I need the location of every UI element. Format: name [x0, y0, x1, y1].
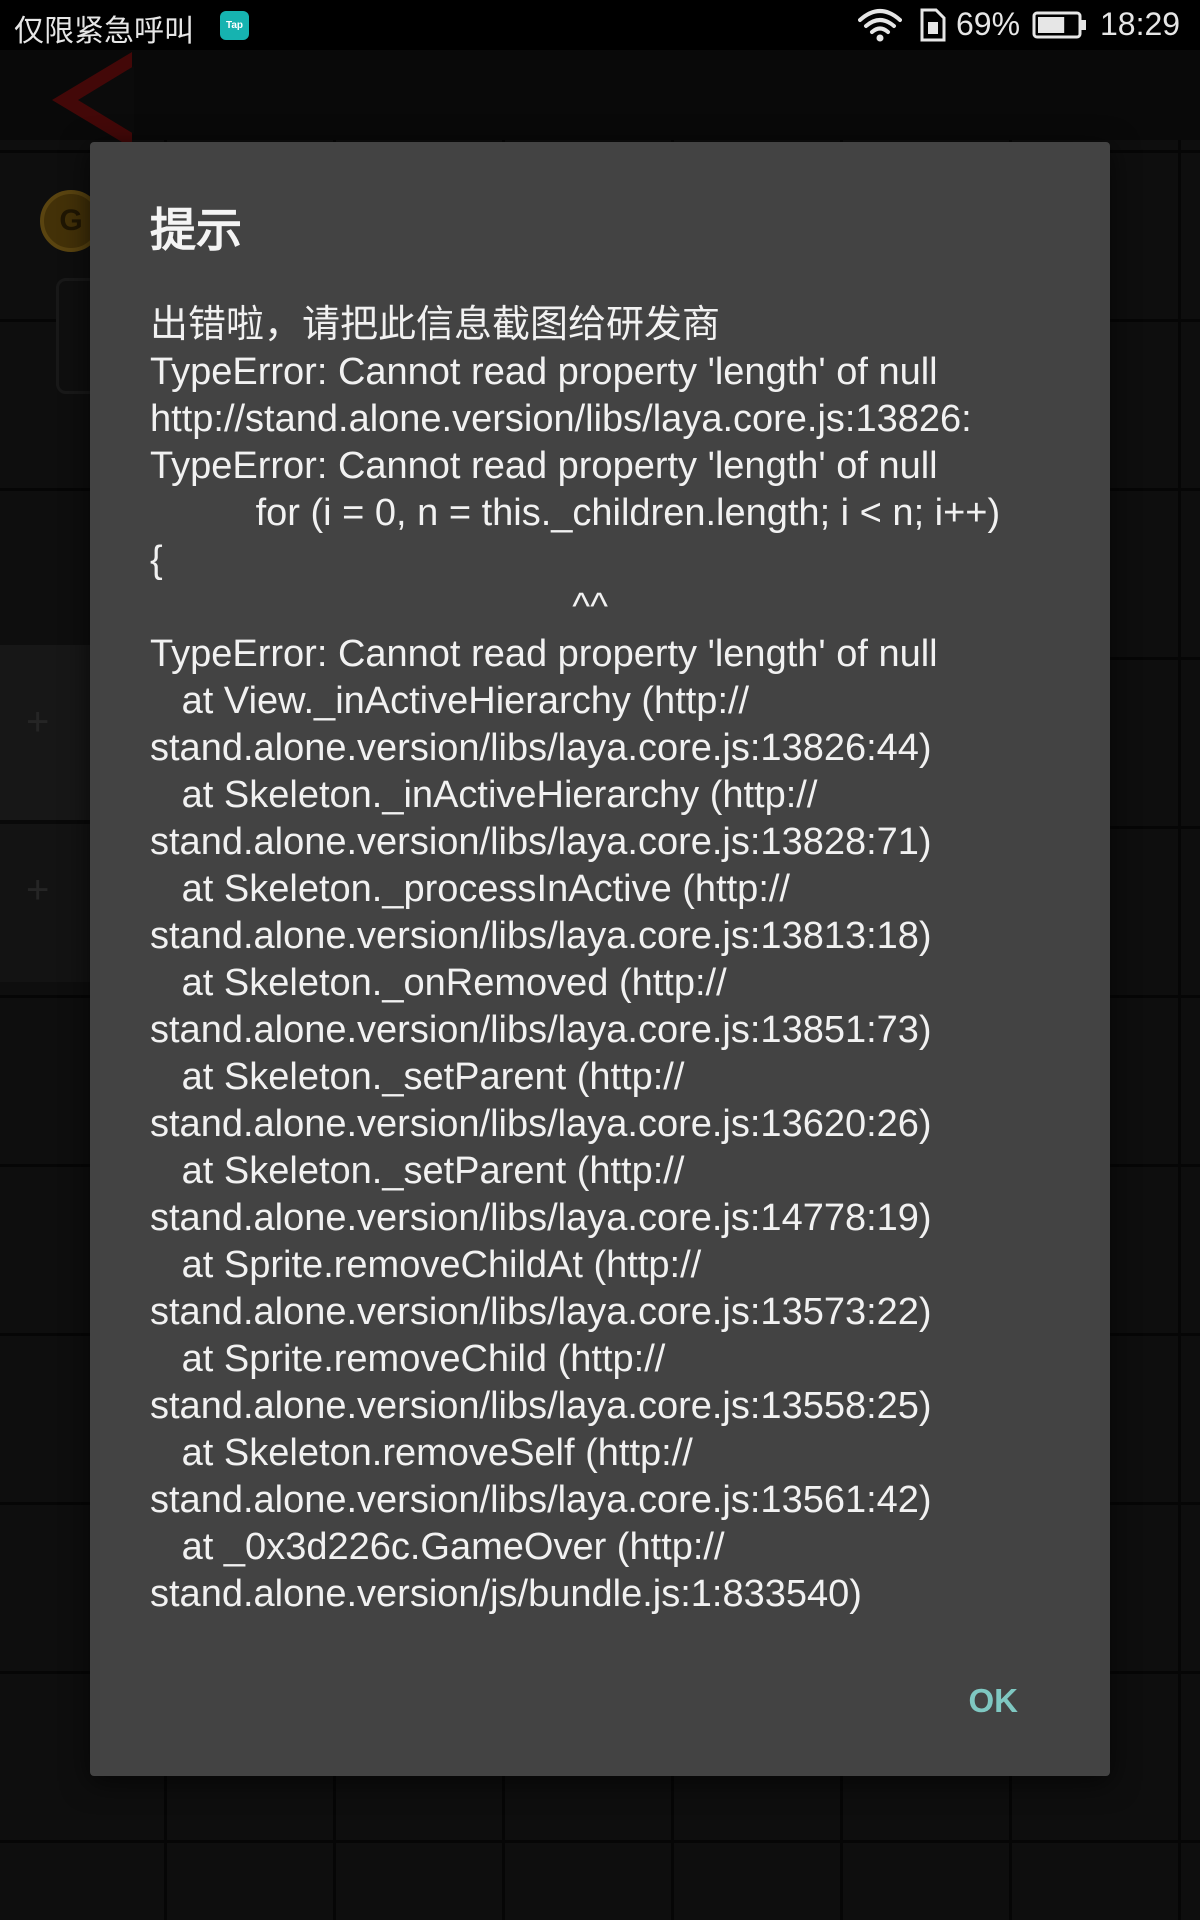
carrier-text: 仅限紧急呼叫	[14, 15, 194, 48]
error-dialog: 提示 出错啦，请把此信息截图给研发商 TypeError: Cannot rea…	[90, 142, 1110, 1776]
tap-app-icon: Tap	[220, 11, 249, 40]
dialog-title: 提示	[150, 203, 242, 257]
battery-icon	[1032, 11, 1088, 44]
ok-button[interactable]: OK	[961, 1676, 1027, 1726]
wifi-icon	[858, 8, 902, 47]
dialog-message: 出错啦，请把此信息截图给研发商 TypeError: Cannot read p…	[150, 304, 1001, 1615]
battery-percent: 69%	[956, 6, 1021, 42]
status-bar: 仅限紧急呼叫 Tap 69% 18:29	[0, 0, 1200, 50]
clock: 18:29	[1100, 6, 1181, 42]
sim-icon	[918, 8, 948, 47]
